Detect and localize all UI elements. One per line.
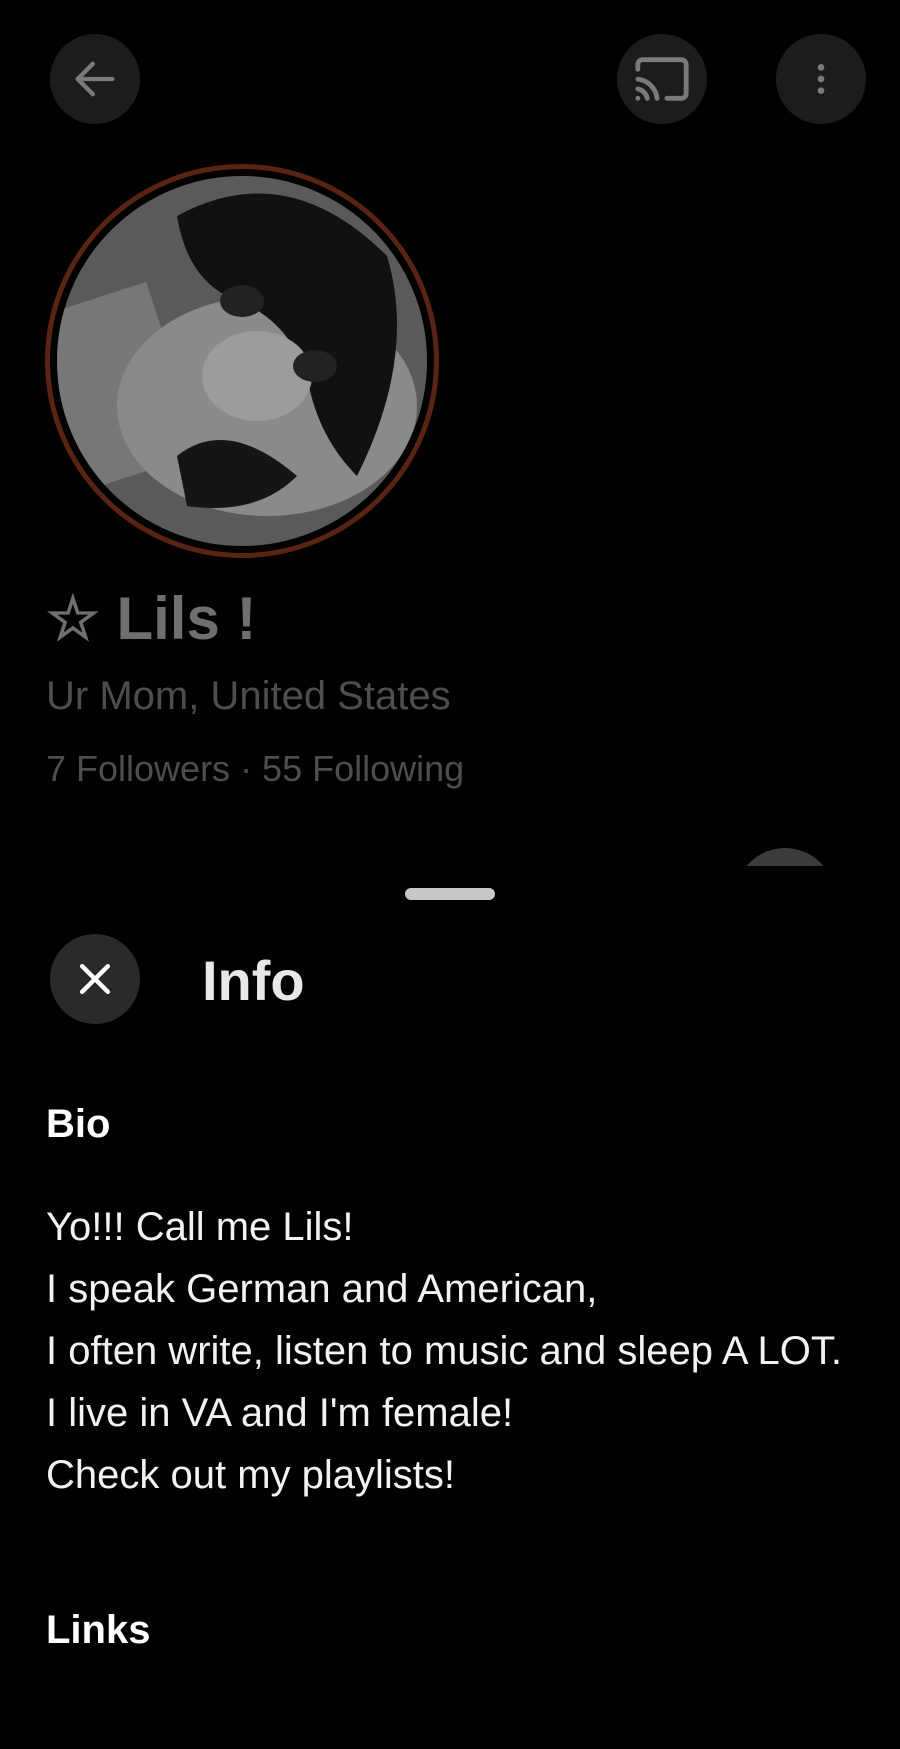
cast-button[interactable] — [617, 34, 707, 124]
profile-location: Ur Mom, United States — [46, 674, 451, 718]
avatar[interactable] — [57, 176, 427, 546]
more-options-button[interactable] — [776, 34, 866, 124]
close-icon — [79, 963, 111, 995]
cast-icon — [635, 57, 689, 101]
avatar-ring — [45, 164, 439, 558]
back-button[interactable] — [50, 34, 140, 124]
profile-header: ☆ Lils ! Ur Mom, United States 7 Followe… — [0, 0, 900, 948]
links-heading: Links — [46, 1608, 151, 1652]
followers-following[interactable]: 7 Followers · 55 Following — [46, 748, 464, 790]
sheet-drag-handle[interactable] — [405, 888, 495, 900]
bio-heading: Bio — [46, 1102, 111, 1146]
profile-name: ☆ Lils ! — [46, 585, 257, 652]
bio-text: Yo!!! Call me Lils! I speak German and A… — [46, 1205, 842, 1497]
close-button[interactable] — [50, 934, 140, 1024]
sheet-title: Info — [202, 949, 305, 1012]
info-bottom-sheet: Info Bio Yo!!! Call me Lils! I speak Ger… — [0, 866, 900, 1749]
more-vertical-icon — [817, 64, 825, 94]
arrow-left-icon — [75, 61, 115, 97]
